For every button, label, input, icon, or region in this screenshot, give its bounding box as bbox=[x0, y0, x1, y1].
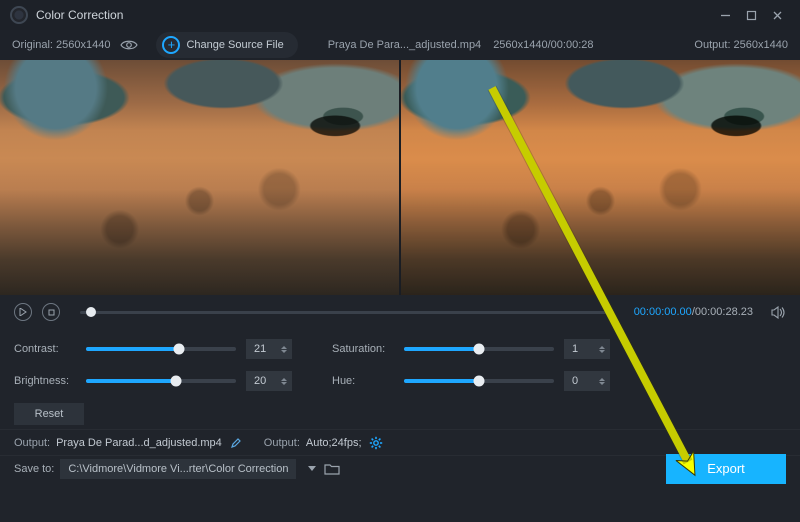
close-button[interactable] bbox=[764, 5, 790, 25]
saturation-down[interactable] bbox=[599, 350, 605, 353]
minimize-icon bbox=[720, 10, 731, 21]
change-source-file-button[interactable]: + Change Source File bbox=[156, 32, 297, 58]
rename-output-button[interactable] bbox=[228, 435, 244, 451]
output-row: Output: Praya De Parad...d_adjusted.mp4 … bbox=[0, 429, 800, 455]
brightness-stepper[interactable] bbox=[246, 371, 292, 391]
app-logo-icon bbox=[10, 6, 28, 24]
change-source-label: Change Source File bbox=[186, 39, 283, 51]
hue-stepper[interactable] bbox=[564, 371, 610, 391]
volume-button[interactable] bbox=[771, 306, 786, 319]
minimize-button[interactable] bbox=[712, 5, 738, 25]
hue-slider[interactable] bbox=[404, 379, 554, 383]
stop-icon bbox=[48, 309, 55, 316]
volume-icon bbox=[771, 306, 786, 319]
contrast-up[interactable] bbox=[281, 346, 287, 349]
output-resolution-label: Output: 2560x1440 bbox=[694, 39, 788, 51]
open-folder-button[interactable] bbox=[324, 461, 340, 477]
brightness-label: Brightness: bbox=[14, 375, 76, 387]
output-settings-button[interactable] bbox=[368, 435, 384, 451]
contrast-slider[interactable] bbox=[86, 347, 236, 351]
hue-label: Hue: bbox=[332, 375, 394, 387]
hue-up[interactable] bbox=[599, 378, 605, 381]
gear-icon bbox=[369, 436, 383, 450]
output-format-value: Auto;24fps; bbox=[306, 437, 362, 449]
save-path-value: C:\Vidmore\Vidmore Vi...rter\Color Corre… bbox=[68, 463, 288, 475]
playback-bar: 00:00:00.00/00:00:28.23 bbox=[0, 295, 800, 329]
brightness-slider[interactable] bbox=[86, 379, 236, 383]
brightness-hue-row: Brightness: Hue: bbox=[14, 367, 786, 395]
plus-circle-icon: + bbox=[162, 36, 180, 54]
hue-down[interactable] bbox=[599, 382, 605, 385]
info-bar: Original: 2560x1440 + Change Source File… bbox=[0, 30, 800, 60]
color-controls: Contrast: Saturation: Brightness: Hue: bbox=[0, 329, 800, 429]
time-display: 00:00:00.00/00:00:28.23 bbox=[634, 306, 753, 318]
saturation-slider[interactable] bbox=[404, 347, 554, 351]
title-bar: Color Correction bbox=[0, 0, 800, 30]
maximize-icon bbox=[746, 10, 757, 21]
play-icon bbox=[19, 308, 27, 316]
adjusted-preview bbox=[399, 60, 800, 295]
maximize-button[interactable] bbox=[738, 5, 764, 25]
original-resolution-label: Original: 2560x1440 bbox=[12, 39, 110, 51]
preview-visibility-toggle[interactable] bbox=[120, 39, 138, 51]
preview-area bbox=[0, 60, 800, 295]
brightness-down[interactable] bbox=[281, 382, 287, 385]
export-button[interactable]: Export bbox=[666, 454, 786, 484]
close-icon bbox=[772, 10, 783, 21]
save-row: Save to: C:\Vidmore\Vidmore Vi...rter\Co… bbox=[0, 455, 800, 481]
contrast-stepper[interactable] bbox=[246, 339, 292, 359]
reset-button[interactable]: Reset bbox=[14, 403, 84, 425]
saturation-label: Saturation: bbox=[332, 343, 394, 355]
current-time: 00:00:00.00 bbox=[634, 306, 692, 318]
saturation-stepper[interactable] bbox=[564, 339, 610, 359]
total-time: 00:00:28.23 bbox=[695, 306, 753, 318]
contrast-down[interactable] bbox=[281, 350, 287, 353]
play-button[interactable] bbox=[14, 303, 32, 321]
brightness-up[interactable] bbox=[281, 378, 287, 381]
output-file-name: Praya De Parad...d_adjusted.mp4 bbox=[56, 437, 222, 449]
eye-icon bbox=[120, 39, 138, 51]
window-title: Color Correction bbox=[36, 8, 123, 22]
progress-bar[interactable] bbox=[80, 311, 614, 314]
contrast-label: Contrast: bbox=[14, 343, 76, 355]
pencil-icon bbox=[230, 437, 242, 449]
source-file-meta: 2560x1440/00:00:28 bbox=[493, 39, 593, 51]
original-preview bbox=[0, 60, 399, 295]
save-path-dropdown[interactable] bbox=[308, 466, 316, 471]
saturation-up[interactable] bbox=[599, 346, 605, 349]
source-file-name: Praya De Para..._adjusted.mp4 bbox=[328, 39, 481, 51]
progress-handle[interactable] bbox=[86, 307, 96, 317]
contrast-saturation-row: Contrast: Saturation: bbox=[14, 335, 786, 363]
save-to-label: Save to: bbox=[14, 463, 54, 475]
folder-icon bbox=[324, 463, 340, 475]
output-format-label: Output: bbox=[264, 437, 300, 449]
stop-button[interactable] bbox=[42, 303, 60, 321]
save-path-box[interactable]: C:\Vidmore\Vidmore Vi...rter\Color Corre… bbox=[60, 459, 296, 479]
output-file-label: Output: bbox=[14, 437, 50, 449]
